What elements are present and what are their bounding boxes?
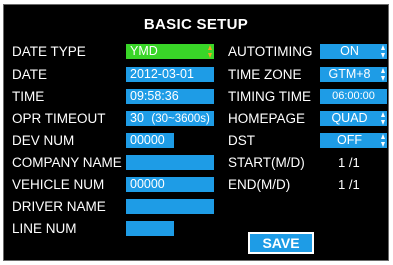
dst-label: DST <box>228 133 255 148</box>
start-label: START(M/D) <box>228 155 305 170</box>
time-label: TIME <box>12 89 45 104</box>
end-label: END(M/D) <box>228 177 291 192</box>
vehicle-num-field[interactable]: 00000 <box>126 177 214 192</box>
time-zone-value: GTM+8 <box>328 67 371 81</box>
date-label: DATE <box>12 67 48 82</box>
up-down-arrows-icon <box>381 134 386 147</box>
dst-value: OFF <box>337 133 362 147</box>
opr-timeout-label: OPR TIMEOUT <box>12 111 106 126</box>
basic-setup-panel: BASIC SETUP DATE TYPE YMD DATE 2012-03-0… <box>3 4 389 261</box>
date-type-label: DATE TYPE <box>12 44 86 59</box>
date-type-select[interactable]: YMD <box>126 44 214 59</box>
dev-num-field[interactable]: 00000 <box>126 133 174 148</box>
company-name-field[interactable] <box>126 155 214 170</box>
dev-num-label: DEV NUM <box>12 133 75 148</box>
line-num-label: LINE NUM <box>12 221 77 236</box>
up-down-arrows-icon <box>381 45 386 58</box>
opr-timeout-field[interactable]: 30 (30~3600s) <box>126 111 214 126</box>
autotiming-select[interactable]: ON <box>320 44 387 59</box>
date-field[interactable]: 2012-03-01 <box>126 67 214 82</box>
driver-name-label: DRIVER NAME <box>12 199 106 214</box>
homepage-label: HOMEPAGE <box>228 111 306 126</box>
company-name-label: COMPANY NAME <box>12 155 122 170</box>
save-button[interactable]: SAVE <box>248 232 314 254</box>
screen: BASIC SETUP DATE TYPE YMD DATE 2012-03-0… <box>0 0 393 265</box>
opr-timeout-hint: (30~3600s) <box>151 113 210 125</box>
vehicle-num-label: VEHICLE NUM <box>12 177 105 192</box>
date-type-value: YMD <box>130 44 158 58</box>
dst-select[interactable]: OFF <box>320 133 387 148</box>
opr-timeout-value: 30 <box>130 111 144 125</box>
autotiming-value: ON <box>340 44 359 58</box>
start-value[interactable]: 1 /1 <box>338 156 360 169</box>
timing-time-label: TIMING TIME <box>228 89 311 104</box>
up-down-arrows-icon <box>381 68 386 81</box>
time-field[interactable]: 09:58:36 <box>126 89 214 104</box>
homepage-select[interactable]: QUAD <box>320 111 387 126</box>
autotiming-label: AUTOTIMING <box>228 44 313 59</box>
up-down-arrows-icon <box>208 45 213 58</box>
timing-time-field[interactable]: 06:00:00 <box>320 89 387 104</box>
up-down-arrows-icon <box>381 112 386 125</box>
time-zone-label: TIME ZONE <box>228 67 302 82</box>
line-num-field[interactable] <box>126 221 174 236</box>
end-value[interactable]: 1 /1 <box>338 178 360 191</box>
driver-name-field[interactable] <box>126 199 214 214</box>
page-title: BASIC SETUP <box>143 16 249 33</box>
time-zone-select[interactable]: GTM+8 <box>320 67 387 82</box>
homepage-value: QUAD <box>331 111 368 125</box>
